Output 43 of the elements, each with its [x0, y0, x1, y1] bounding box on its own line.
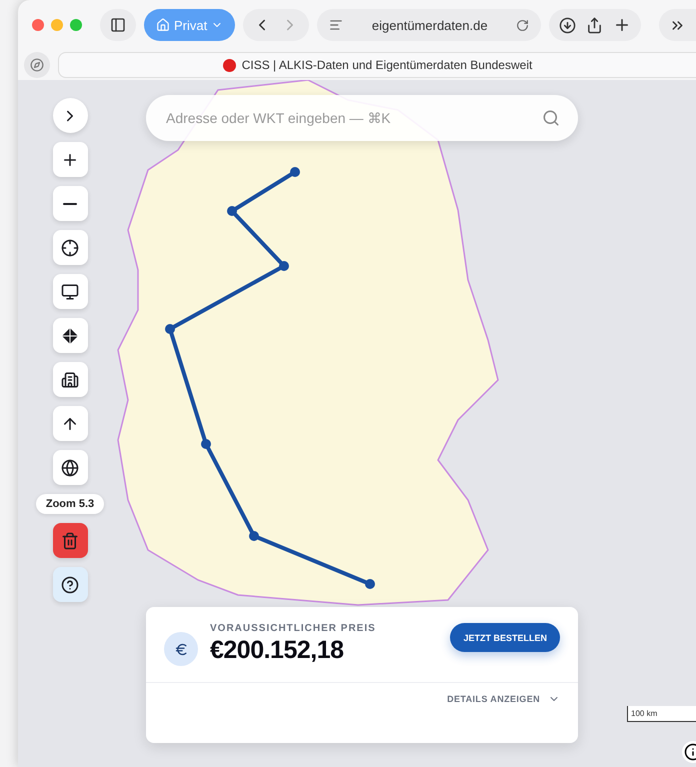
help-button[interactable] — [52, 567, 88, 602]
address-bar[interactable]: eigentümerdaten.de — [317, 9, 542, 41]
crosshair-icon — [61, 238, 79, 256]
globe-button[interactable] — [52, 450, 88, 485]
locate-button[interactable] — [52, 230, 88, 265]
diamond-icon — [61, 326, 79, 344]
minus-icon — [63, 202, 77, 204]
trash-icon — [61, 532, 79, 550]
sidebar-button[interactable] — [100, 9, 136, 41]
page-menu-icon — [329, 18, 344, 32]
globe-icon — [61, 458, 79, 476]
scale-bar: 100 km — [627, 706, 696, 722]
zoom-level-label: Zoom 5.3 — [36, 494, 104, 514]
price-label: VORAUSSICHTLICHER PREIS — [210, 623, 377, 634]
search-bar[interactable]: Adresse oder WKT eingeben — ⌘K — [146, 95, 578, 141]
reload-icon — [516, 18, 530, 32]
zoom-out-button[interactable] — [52, 186, 88, 221]
monitor-icon — [61, 282, 79, 300]
delete-button[interactable] — [52, 523, 88, 558]
buildings-button[interactable] — [52, 362, 88, 397]
share-icon[interactable] — [586, 16, 604, 34]
monitor-button[interactable] — [52, 274, 88, 309]
north-button[interactable] — [52, 406, 88, 441]
zoom-in-button[interactable] — [52, 142, 88, 177]
price-value: €200.152,18 — [210, 636, 345, 665]
layers-button[interactable] — [52, 318, 88, 353]
browser-tab[interactable]: CISS | ALKIS-Daten und Eigentümerdaten Bundesweit — [58, 52, 696, 78]
help-icon — [61, 576, 79, 594]
house-icon — [156, 18, 170, 32]
search-icon — [542, 109, 560, 127]
more-button[interactable] — [659, 9, 696, 41]
details-toggle[interactable]: DETAILS ANZEIGEN — [447, 693, 560, 705]
order-button[interactable]: JETZT BESTELLEN — [450, 623, 560, 652]
close-window-button[interactable] — [32, 19, 44, 31]
search-field[interactable]: Adresse oder WKT eingeben — ⌘K — [164, 109, 542, 127]
address-text: eigentümerdaten.de — [372, 18, 488, 32]
buildings-icon — [61, 370, 79, 388]
compass-icon — [30, 58, 44, 72]
compass-button[interactable] — [24, 52, 50, 78]
download-icon[interactable] — [559, 16, 576, 34]
sidebar-icon — [110, 17, 126, 33]
favicon-icon — [222, 58, 236, 72]
euro-icon — [164, 632, 198, 666]
